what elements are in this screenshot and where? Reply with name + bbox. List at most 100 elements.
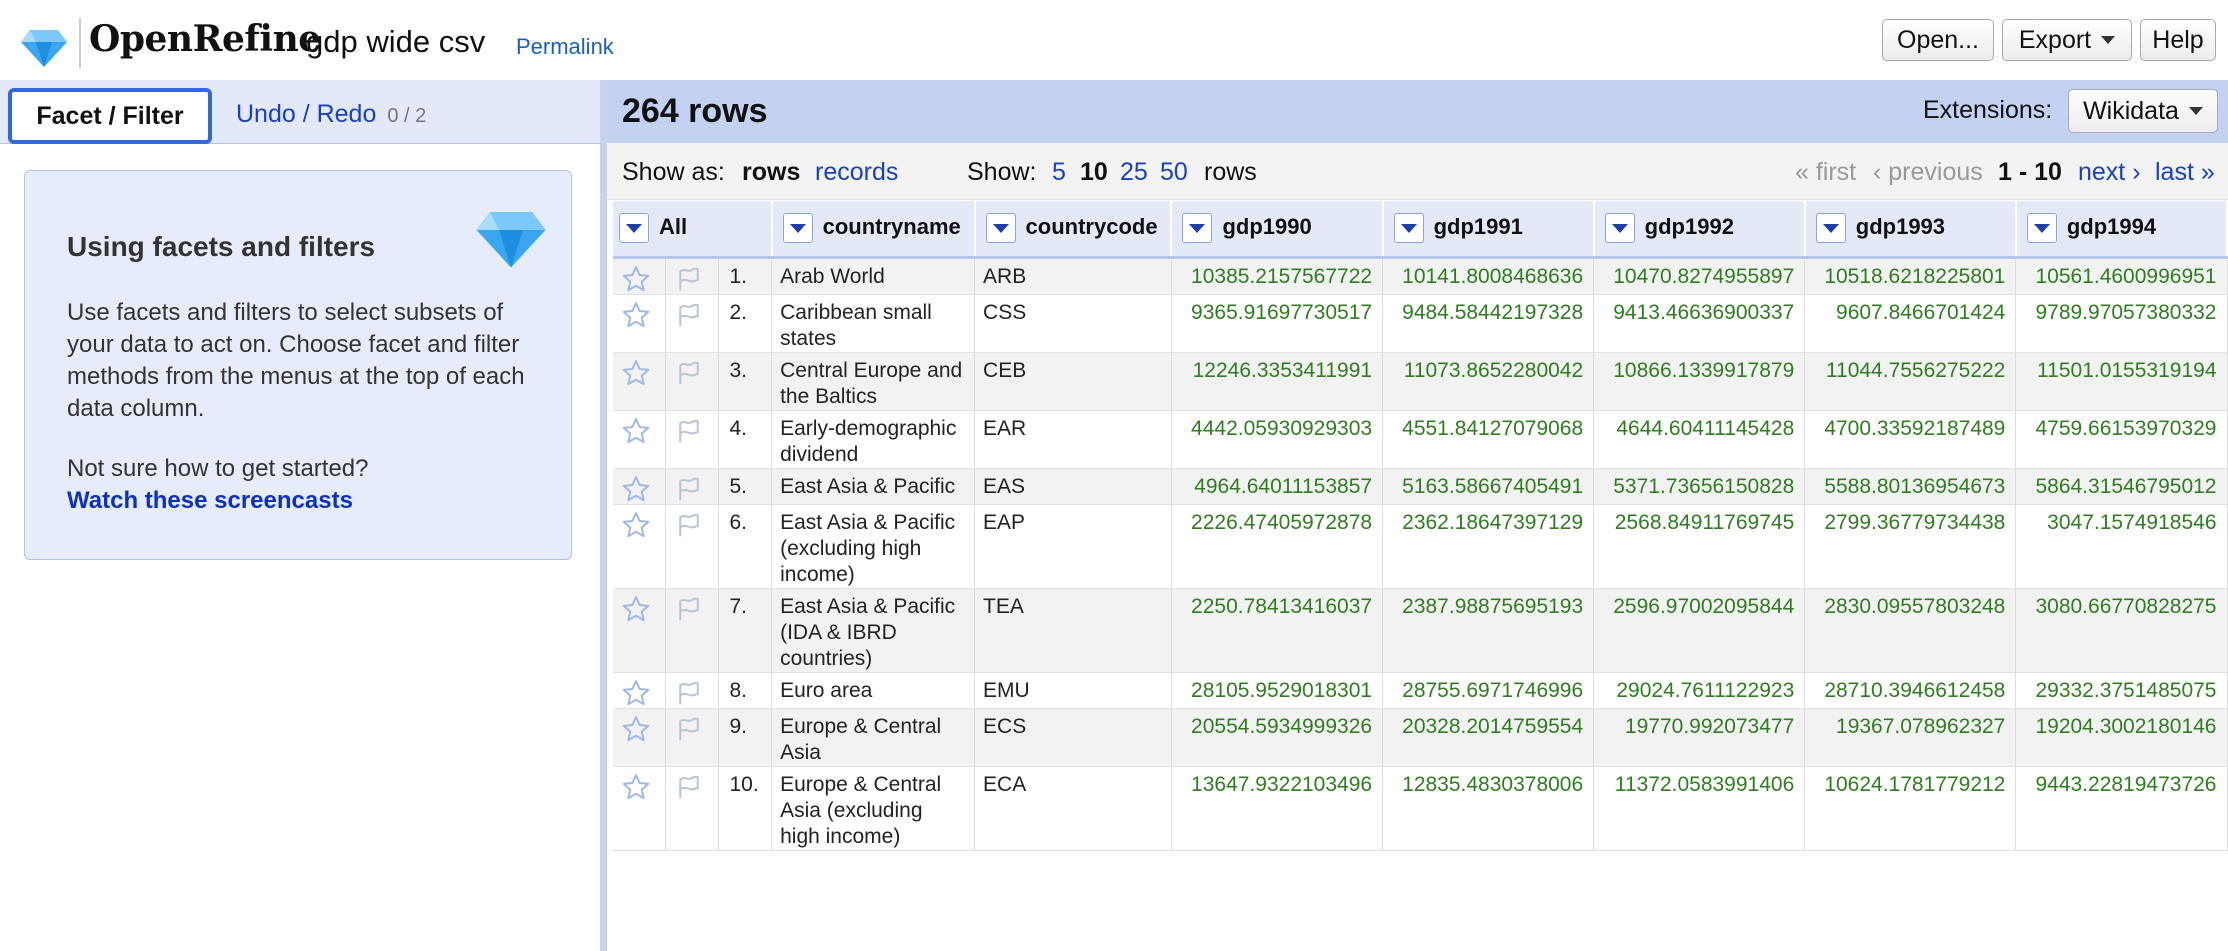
table-cell-countrycode[interactable]: EAR xyxy=(974,410,1172,469)
table-cell-countryname[interactable]: East Asia & Pacific (excluding high inco… xyxy=(771,504,976,589)
flag-icon[interactable] xyxy=(674,264,710,294)
open-button[interactable]: Open... xyxy=(1882,19,1994,61)
star-icon[interactable] xyxy=(621,300,657,330)
tab-undo-redo[interactable]: Undo / Redo 0 / 2 xyxy=(236,100,426,129)
table-cell-gdp1993[interactable]: 2830.09557803248 xyxy=(1804,588,2017,673)
table-cell-countrycode[interactable]: EMU xyxy=(974,672,1172,709)
table-cell-gdp1990[interactable]: 13647.9322103496 xyxy=(1171,766,1384,851)
table-cell-gdp1990[interactable]: 20554.5934999326 xyxy=(1171,708,1384,767)
column-menu-icon[interactable] xyxy=(782,213,813,244)
export-button[interactable]: Export xyxy=(2002,19,2132,61)
flag-icon[interactable] xyxy=(674,772,710,802)
table-cell-gdp1991[interactable]: 10141.8008468636 xyxy=(1382,257,1595,295)
table-cell-gdp1990[interactable]: 2250.78413416037 xyxy=(1171,588,1384,673)
table-cell-gdp1993[interactable]: 4700.33592187489 xyxy=(1804,410,2017,469)
table-cell-countrycode[interactable]: ARB xyxy=(974,257,1172,295)
table-cell-countrycode[interactable]: TEA xyxy=(974,588,1172,673)
table-cell-gdp1990[interactable]: 10385.2157567722 xyxy=(1171,257,1384,295)
table-cell-gdp1992[interactable]: 29024.7611122923 xyxy=(1593,672,1806,709)
table-cell-gdp1992[interactable]: 10470.8274955897 xyxy=(1593,257,1806,295)
table-cell-gdp1990[interactable]: 2226.47405972878 xyxy=(1171,504,1384,589)
table-cell-gdp1994[interactable]: 3047.1574918546 xyxy=(2015,504,2228,589)
permalink-link[interactable]: Permalink xyxy=(516,34,614,60)
table-cell-gdp1994[interactable]: 11501.0155319194 xyxy=(2015,352,2228,411)
page-size-10[interactable]: 10 xyxy=(1080,158,1108,187)
table-cell-gdp1994[interactable]: 29332.3751485075 xyxy=(2015,672,2228,709)
tab-facet-filter[interactable]: Facet / Filter xyxy=(8,88,212,144)
table-cell-gdp1990[interactable]: 28105.9529018301 xyxy=(1171,672,1384,709)
star-icon[interactable] xyxy=(621,358,657,388)
first-page-link[interactable]: « first xyxy=(1795,158,1856,187)
table-cell-gdp1991[interactable]: 11073.8652280042 xyxy=(1382,352,1595,411)
app-name[interactable]: OpenRefine xyxy=(89,18,321,60)
wikidata-extension-button[interactable]: Wikidata xyxy=(2068,89,2218,133)
show-as-records[interactable]: records xyxy=(815,158,898,187)
table-cell-gdp1992[interactable]: 19770.992073477 xyxy=(1593,708,1806,767)
star-icon[interactable] xyxy=(621,714,657,744)
table-cell-countrycode[interactable]: ECS xyxy=(974,708,1172,767)
table-cell-countryname[interactable]: Europe & Central Asia xyxy=(771,708,976,767)
table-cell-gdp1991[interactable]: 4551.84127079068 xyxy=(1382,410,1595,469)
table-cell-gdp1994[interactable]: 9443.22819473726 xyxy=(2015,766,2228,851)
page-size-5[interactable]: 5 xyxy=(1052,158,1066,187)
table-cell-gdp1991[interactable]: 28755.6971746996 xyxy=(1382,672,1595,709)
table-cell-gdp1991[interactable]: 12835.4830378006 xyxy=(1382,766,1595,851)
table-cell-gdp1991[interactable]: 2387.98875695193 xyxy=(1382,588,1595,673)
table-cell-gdp1992[interactable]: 10866.1339917879 xyxy=(1593,352,1806,411)
previous-page-link[interactable]: ‹ previous xyxy=(1873,158,1983,187)
flag-icon[interactable] xyxy=(674,510,710,540)
star-icon[interactable] xyxy=(621,474,657,504)
column-header-all[interactable]: All xyxy=(613,201,773,259)
column-menu-icon[interactable] xyxy=(2026,213,2057,244)
table-cell-countrycode[interactable]: CEB xyxy=(974,352,1172,411)
table-cell-gdp1992[interactable]: 2596.97002095844 xyxy=(1593,588,1806,673)
table-cell-gdp1994[interactable]: 4759.66153970329 xyxy=(2015,410,2228,469)
table-cell-gdp1993[interactable]: 28710.3946612458 xyxy=(1804,672,2017,709)
column-header[interactable]: countryname xyxy=(771,201,976,259)
star-icon[interactable] xyxy=(621,416,657,446)
flag-icon[interactable] xyxy=(674,300,710,330)
table-cell-gdp1991[interactable]: 5163.58667405491 xyxy=(1382,468,1595,505)
star-icon[interactable] xyxy=(621,772,657,802)
last-page-link[interactable]: last » xyxy=(2155,158,2215,187)
table-cell-gdp1992[interactable]: 4644.60411145428 xyxy=(1593,410,1806,469)
table-cell-gdp1990[interactable]: 4442.05930929303 xyxy=(1171,410,1384,469)
table-cell-gdp1994[interactable]: 5864.31546795012 xyxy=(2015,468,2228,505)
table-cell-countryname[interactable]: Europe & Central Asia (excluding high in… xyxy=(771,766,976,851)
table-cell-gdp1994[interactable]: 9789.97057380332 xyxy=(2015,294,2228,353)
screencasts-link[interactable]: Watch these screencasts xyxy=(67,487,353,515)
table-cell-gdp1992[interactable]: 2568.84911769745 xyxy=(1593,504,1806,589)
table-cell-gdp1992[interactable]: 9413.46636900337 xyxy=(1593,294,1806,353)
table-cell-countryname[interactable]: Arab World xyxy=(771,257,976,295)
column-menu-icon[interactable] xyxy=(619,213,649,244)
table-cell-gdp1990[interactable]: 12246.3353411991 xyxy=(1171,352,1384,411)
flag-icon[interactable] xyxy=(674,678,710,708)
table-cell-gdp1993[interactable]: 10624.1781779212 xyxy=(1804,766,2017,851)
column-menu-icon[interactable] xyxy=(1182,213,1213,244)
column-header[interactable]: gdp1990 xyxy=(1171,201,1384,259)
star-icon[interactable] xyxy=(621,678,657,708)
page-size-25[interactable]: 25 xyxy=(1120,158,1148,187)
project-name[interactable]: gdp wide csv xyxy=(306,24,485,60)
table-cell-countrycode[interactable]: EAP xyxy=(974,504,1172,589)
next-page-link[interactable]: next › xyxy=(2078,158,2141,187)
table-cell-gdp1991[interactable]: 9484.58442197328 xyxy=(1382,294,1595,353)
table-cell-gdp1990[interactable]: 9365.91697730517 xyxy=(1171,294,1384,353)
table-cell-gdp1990[interactable]: 4964.64011153857 xyxy=(1171,468,1384,505)
table-cell-countryname[interactable]: East Asia & Pacific (IDA & IBRD countrie… xyxy=(771,588,976,673)
table-cell-gdp1992[interactable]: 11372.0583991406 xyxy=(1593,766,1806,851)
flag-icon[interactable] xyxy=(674,714,710,744)
page-size-50[interactable]: 50 xyxy=(1160,158,1188,187)
table-cell-gdp1991[interactable]: 20328.2014759554 xyxy=(1382,708,1595,767)
table-cell-countryname[interactable]: Euro area xyxy=(771,672,976,709)
column-header[interactable]: gdp1991 xyxy=(1382,201,1595,259)
table-cell-gdp1994[interactable]: 19204.3002180146 xyxy=(2015,708,2228,767)
column-menu-icon[interactable] xyxy=(1604,213,1635,244)
table-cell-countryname[interactable]: East Asia & Pacific xyxy=(771,468,976,505)
column-menu-icon[interactable] xyxy=(1393,213,1424,244)
table-cell-countrycode[interactable]: CSS xyxy=(974,294,1172,353)
table-cell-gdp1993[interactable]: 19367.078962327 xyxy=(1804,708,2017,767)
table-cell-gdp1993[interactable]: 9607.8466701424 xyxy=(1804,294,2017,353)
table-cell-countrycode[interactable]: EAS xyxy=(974,468,1172,505)
show-as-rows[interactable]: rows xyxy=(742,158,800,187)
